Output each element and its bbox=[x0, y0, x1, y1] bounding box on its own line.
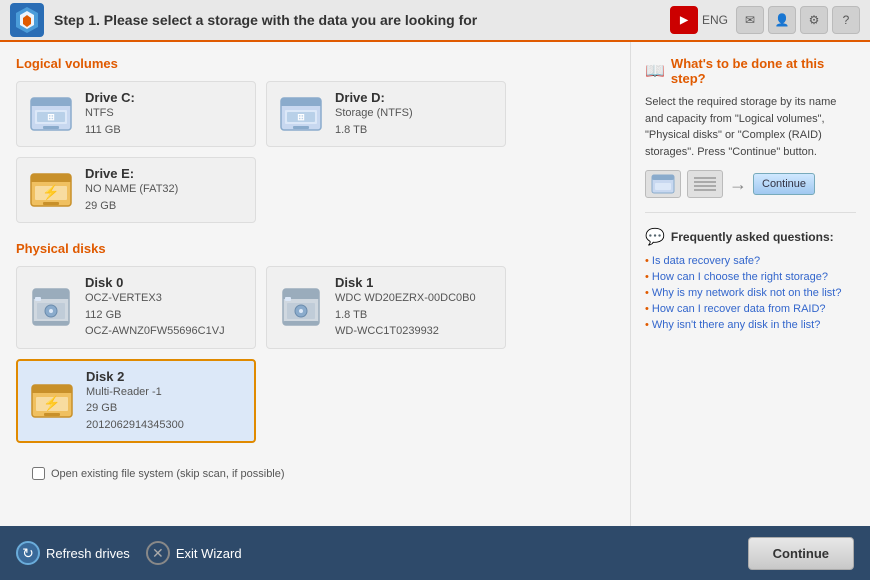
faq-title: 💬 Frequently asked questions: bbox=[645, 227, 856, 247]
drive-e-item[interactable]: ⚡ Drive E: NO NAME (FAT32) 29 GB bbox=[16, 157, 256, 223]
drive-c-name: Drive C: bbox=[85, 90, 135, 105]
disk-1-icon bbox=[277, 283, 325, 331]
faq-item-4[interactable]: Why isn't there any disk in the list? bbox=[645, 319, 856, 331]
disk-2-line1: Multi-Reader -1 bbox=[86, 384, 184, 401]
disk-0-line3: OCZ-AWNZ0FW55696C1VJ bbox=[85, 323, 225, 340]
disk-0-line2: 112 GB bbox=[85, 307, 225, 324]
drive-c-fs: NTFS bbox=[85, 105, 135, 122]
help-button[interactable]: ? bbox=[832, 6, 860, 34]
disk-0-info: Disk 0 OCZ-VERTEX3 112 GB OCZ-AWNZ0FW556… bbox=[85, 275, 225, 340]
disk-0-line1: OCZ-VERTEX3 bbox=[85, 290, 225, 307]
drive-c-size: 111 GB bbox=[85, 122, 135, 139]
disk-1-line3: WD-WCC1T0239932 bbox=[335, 323, 476, 340]
drive-d-size: 1.8 TB bbox=[335, 122, 413, 139]
disk-1-info: Disk 1 WDC WD20EZRX-00DC0B0 1.8 TB WD-WC… bbox=[335, 275, 476, 340]
footer: ↻ Refresh drives ✕ Exit Wizard Continue bbox=[0, 526, 870, 580]
skip-scan-checkbox[interactable] bbox=[32, 467, 45, 480]
logical-drives-grid: ⊞ Drive C: NTFS 111 GB ⊞ bbox=[16, 81, 614, 223]
disk-1-item[interactable]: Disk 1 WDC WD20EZRX-00DC0B0 1.8 TB WD-WC… bbox=[266, 266, 506, 349]
drive-e-icon: ⚡ bbox=[27, 166, 75, 214]
header-title: Step 1. Please select a storage with the… bbox=[54, 12, 670, 28]
help-list-mini bbox=[687, 170, 723, 198]
help-disk-mini bbox=[645, 170, 681, 198]
faq-item-1[interactable]: How can I choose the right storage? bbox=[645, 271, 856, 283]
svg-text:⊞: ⊞ bbox=[47, 112, 55, 122]
header: Step 1. Please select a storage with the… bbox=[0, 0, 870, 42]
help-text: Select the required storage by its name … bbox=[645, 94, 856, 160]
svg-text:⚡: ⚡ bbox=[42, 184, 59, 201]
skip-scan-label: Open existing file system (skip scan, if… bbox=[51, 468, 285, 480]
svg-text:⚡: ⚡ bbox=[43, 395, 60, 412]
disk-1-line2: 1.8 TB bbox=[335, 307, 476, 324]
checkbox-row: Open existing file system (skip scan, if… bbox=[16, 461, 614, 486]
faq-icon: 💬 bbox=[645, 227, 665, 247]
faq-item-3[interactable]: How can I recover data from RAID? bbox=[645, 303, 856, 315]
refresh-icon: ↻ bbox=[16, 541, 40, 565]
drive-e-name: Drive E: bbox=[85, 166, 178, 181]
drive-d-fs: Storage (NTFS) bbox=[335, 105, 413, 122]
disk-0-item[interactable]: Disk 0 OCZ-VERTEX3 112 GB OCZ-AWNZ0FW556… bbox=[16, 266, 256, 349]
continue-button[interactable]: Continue bbox=[748, 537, 854, 570]
drive-c-item[interactable]: ⊞ Drive C: NTFS 111 GB bbox=[16, 81, 256, 147]
help-title: 📖 What's to be done at this step? bbox=[645, 56, 856, 86]
exit-wizard-button[interactable]: ✕ Exit Wizard bbox=[146, 541, 242, 565]
disk-1-name: Disk 1 bbox=[335, 275, 476, 290]
disk-2-line2: 29 GB bbox=[86, 400, 184, 417]
header-icons: ▶ ENG ✉ 👤 ⚙ ? bbox=[670, 6, 860, 34]
refresh-drives-button[interactable]: ↻ Refresh drives bbox=[16, 541, 130, 565]
faq-section: 💬 Frequently asked questions: Is data re… bbox=[645, 227, 856, 335]
app-logo bbox=[10, 3, 44, 37]
exit-icon: ✕ bbox=[146, 541, 170, 565]
drive-d-item[interactable]: ⊞ Drive D: Storage (NTFS) 1.8 TB bbox=[266, 81, 506, 147]
disk-0-icon bbox=[27, 283, 75, 331]
drive-e-fs: NO NAME (FAT32) bbox=[85, 181, 178, 198]
messages-button[interactable]: ✉ bbox=[736, 6, 764, 34]
main-content: Logical volumes ⊞ Drive C: NTFS 111 GB bbox=[0, 42, 870, 526]
help-arrow-row: → Continue bbox=[645, 170, 856, 198]
language-label: ENG bbox=[702, 13, 728, 27]
help-continue-button[interactable]: Continue bbox=[753, 173, 815, 195]
disk-0-name: Disk 0 bbox=[85, 275, 225, 290]
divider bbox=[645, 212, 856, 213]
drive-d-name: Drive D: bbox=[335, 90, 413, 105]
help-book-icon: 📖 bbox=[645, 61, 665, 81]
faq-item-0[interactable]: Is data recovery safe? bbox=[645, 255, 856, 267]
drive-d-icon: ⊞ bbox=[277, 90, 325, 138]
refresh-label: Refresh drives bbox=[46, 546, 130, 561]
right-panel: 📖 What's to be done at this step? Select… bbox=[630, 42, 870, 526]
drive-d-info: Drive D: Storage (NTFS) 1.8 TB bbox=[335, 90, 413, 138]
physical-disks-grid: Disk 0 OCZ-VERTEX3 112 GB OCZ-AWNZ0FW556… bbox=[16, 266, 614, 443]
disk-1-line1: WDC WD20EZRX-00DC0B0 bbox=[335, 290, 476, 307]
logical-volumes-title: Logical volumes bbox=[16, 56, 614, 71]
help-box: 📖 What's to be done at this step? Select… bbox=[645, 56, 856, 198]
youtube-button[interactable]: ▶ bbox=[670, 6, 698, 34]
exit-label: Exit Wizard bbox=[176, 546, 242, 561]
settings-button[interactable]: ⚙ bbox=[800, 6, 828, 34]
drive-e-info: Drive E: NO NAME (FAT32) 29 GB bbox=[85, 166, 178, 214]
drive-e-size: 29 GB bbox=[85, 198, 178, 215]
left-panel: Logical volumes ⊞ Drive C: NTFS 111 GB bbox=[0, 42, 630, 526]
drive-c-icon: ⊞ bbox=[27, 90, 75, 138]
faq-list: Is data recovery safe? How can I choose … bbox=[645, 255, 856, 331]
faq-item-2[interactable]: Why is my network disk not on the list? bbox=[645, 287, 856, 299]
svg-text:⊞: ⊞ bbox=[297, 112, 305, 122]
disk-2-line3: 2012062914345300 bbox=[86, 417, 184, 434]
disk-2-icon: ⚡ bbox=[28, 377, 76, 425]
drive-c-info: Drive C: NTFS 111 GB bbox=[85, 90, 135, 138]
disk-2-info: Disk 2 Multi-Reader -1 29 GB 20120629143… bbox=[86, 369, 184, 434]
physical-disks-title: Physical disks bbox=[16, 241, 614, 256]
disk-2-item[interactable]: ⚡ Disk 2 Multi-Reader -1 29 GB 201206291… bbox=[16, 359, 256, 444]
account-button[interactable]: 👤 bbox=[768, 6, 796, 34]
help-arrow-icon: → bbox=[729, 174, 747, 195]
disk-2-name: Disk 2 bbox=[86, 369, 184, 384]
